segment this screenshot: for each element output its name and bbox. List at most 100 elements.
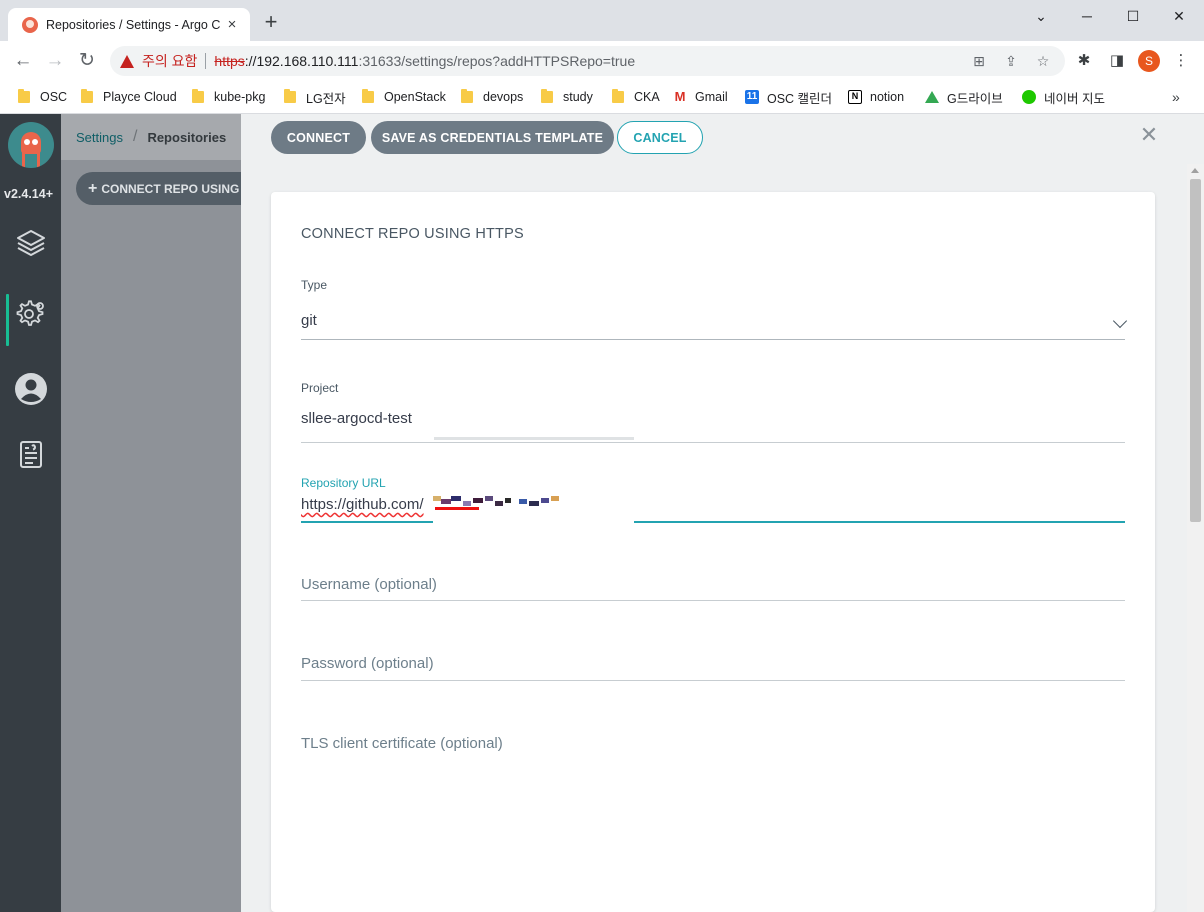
new-tab-button[interactable]: + <box>261 11 281 33</box>
bookmark-openstack[interactable]: OpenStack <box>362 85 446 109</box>
profile-avatar[interactable]: S <box>1138 50 1160 72</box>
connect-repo-panel: CONNECT SAVE AS CREDENTIALS TEMPLATE CAN… <box>241 114 1204 912</box>
folder-icon <box>192 89 204 103</box>
cancel-button[interactable]: CANCEL <box>617 121 703 154</box>
type-select[interactable]: Type git <box>301 278 1128 340</box>
folder-icon <box>81 89 93 103</box>
folder-icon <box>362 89 374 103</box>
close-panel-icon[interactable]: ✕ <box>1138 124 1160 146</box>
warning-icon <box>120 54 134 68</box>
back-arrow-icon[interactable]: ← <box>11 49 35 73</box>
repository-url-value[interactable]: https://github.com/ <box>301 496 424 513</box>
forward-arrow-icon[interactable]: → <box>43 49 67 73</box>
bookmark-star-icon[interactable]: ☆ <box>1034 52 1052 70</box>
tab-search-chevron-icon[interactable]: ⌄ <box>1018 6 1064 26</box>
folder-icon <box>461 89 473 103</box>
logo-eye <box>24 139 30 145</box>
bookmark-naver-map[interactable]: 네이버 지도 <box>1022 85 1105 109</box>
browser-tab[interactable]: Repositories / Settings - Argo C × <box>8 8 250 41</box>
scroll-thumb[interactable] <box>1190 179 1201 522</box>
logo-eye <box>32 139 38 145</box>
breadcrumb-separator: / <box>132 128 138 145</box>
url-host: ://192.168.110.111 <box>244 53 359 69</box>
bookmark-devops[interactable]: devops <box>461 85 523 109</box>
docs-icon <box>20 441 42 468</box>
layers-icon <box>17 230 45 256</box>
bookmark-label: kube-pkg <box>214 90 266 104</box>
panel-toolbar: CONNECT SAVE AS CREDENTIALS TEMPLATE CAN… <box>241 114 1204 164</box>
project-underline <box>301 442 1125 443</box>
bookmark-label: G드라이브 <box>947 91 1003 106</box>
minimize-button[interactable]: ─ <box>1064 6 1110 26</box>
bookmark-gmail[interactable]: M Gmail <box>673 85 728 109</box>
bookmarks-bar: OSC Playce Cloud kube-pkg LG전자 OpenStack… <box>0 81 1204 114</box>
omnibox-divider <box>205 53 207 69</box>
bookmark-kube-pkg[interactable]: kube-pkg <box>192 85 265 109</box>
address-bar[interactable]: 주의 요함 https://192.168.110.111:31633/sett… <box>110 46 1065 76</box>
extensions-puzzle-icon[interactable]: ✱ <box>1073 50 1095 72</box>
bookmark-cka[interactable]: CKA <box>612 85 660 109</box>
bookmark-playce-cloud[interactable]: Playce Cloud <box>81 85 177 109</box>
bookmark-label: study <box>563 90 593 104</box>
folder-icon <box>18 89 30 103</box>
bookmark-label: OpenStack <box>384 90 446 104</box>
folder-icon <box>612 89 624 103</box>
drive-icon <box>925 91 939 103</box>
translate-icon[interactable]: ⊞ <box>970 52 988 70</box>
argo-logo-icon[interactable] <box>8 122 54 168</box>
save-as-credentials-template-button[interactable]: SAVE AS CREDENTIALS TEMPLATE <box>371 121 614 154</box>
bookmark-study[interactable]: study <box>541 85 593 109</box>
bookmark-label: OSC 캘린더 <box>767 91 833 106</box>
repository-url-underline-left <box>301 521 433 523</box>
breadcrumb-settings-link[interactable]: Settings <box>76 130 123 145</box>
bookmark-label: 네이버 지도 <box>1044 91 1105 106</box>
tls-client-certificate-field[interactable]: TLS client certificate (optional) <box>301 735 1125 761</box>
bookmark-label: OSC <box>40 90 68 104</box>
url-text[interactable]: https://192.168.110.111:31633/settings/r… <box>214 53 635 69</box>
nav-settings-gear-icon[interactable] <box>12 295 50 333</box>
naver-map-icon <box>1022 90 1036 104</box>
nav-user-icon[interactable] <box>12 370 50 408</box>
nav-active-indicator <box>6 294 9 346</box>
connect-button[interactable]: CONNECT <box>271 121 366 154</box>
close-window-button[interactable]: ✕ <box>1156 6 1202 26</box>
bookmark-osc-calendar[interactable]: 11 OSC 캘린더 <box>745 85 832 109</box>
bookmark-osc[interactable]: OSC <box>18 85 67 109</box>
notion-icon: N <box>848 90 862 104</box>
bookmark-label: Playce Cloud <box>103 90 177 104</box>
plus-icon: + <box>88 179 98 197</box>
username-field[interactable]: Username (optional) <box>301 576 1125 602</box>
tab-title: Repositories / Settings - Argo C <box>46 17 221 32</box>
security-warning-label[interactable]: 주의 요함 <box>142 51 197 71</box>
password-underline <box>301 680 1125 681</box>
share-icon[interactable]: ⇪ <box>1002 52 1020 70</box>
bookmark-lg[interactable]: LG전자 <box>284 85 346 109</box>
panel-scrollbar[interactable] <box>1187 164 1204 912</box>
bookmark-gdrive[interactable]: G드라이브 <box>925 85 1003 109</box>
scroll-up-arrow-icon[interactable] <box>1191 168 1199 173</box>
maximize-button[interactable]: ☐ <box>1110 6 1156 26</box>
nav-docs-icon[interactable] <box>12 436 50 474</box>
bookmark-notion[interactable]: Nnotion <box>848 85 904 109</box>
password-field[interactable]: Password (optional) <box>301 655 1125 681</box>
connect-repo-button[interactable]: + CONNECT REPO USING <box>76 172 256 205</box>
gmail-icon: M <box>674 89 686 104</box>
logo-legs <box>22 152 40 168</box>
user-icon <box>15 373 47 405</box>
repository-url-field[interactable]: Repository URL https://github.com/ <box>301 476 1125 526</box>
type-label: Type <box>301 278 328 292</box>
breadcrumb: Settings / Repositories <box>61 114 241 160</box>
bookmarks-overflow-icon[interactable]: » <box>1172 89 1180 105</box>
tab-close-icon[interactable]: × <box>224 16 240 33</box>
username-placeholder: Username (optional) <box>301 576 437 593</box>
browser-menu-icon[interactable]: ⋮ <box>1170 50 1192 72</box>
project-field[interactable]: Project sllee-argocd-test <box>301 381 1125 444</box>
left-nav: v2.4.14+ <box>0 114 61 912</box>
side-panel-icon[interactable]: ◨ <box>1106 50 1128 72</box>
bookmark-label: CKA <box>634 90 660 104</box>
folder-icon <box>284 89 296 103</box>
tab-strip: Repositories / Settings - Argo C × + ⌄ ─… <box>0 0 1204 41</box>
bookmark-label: LG전자 <box>306 91 346 106</box>
reload-icon[interactable]: ↻ <box>75 49 99 73</box>
nav-applications-layers-icon[interactable] <box>12 224 50 262</box>
